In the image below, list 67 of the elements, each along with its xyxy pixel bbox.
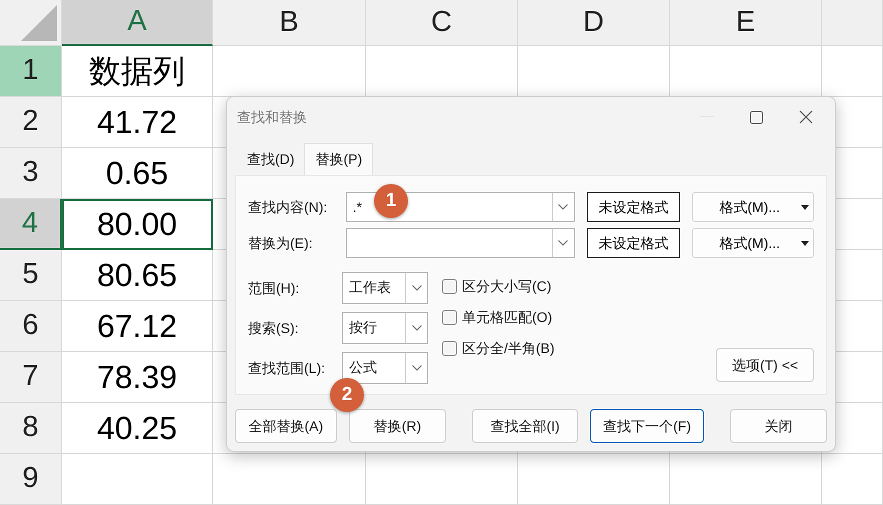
dialog-button[interactable]: 关闭 [730,409,827,443]
checkbox-label[interactable]: 区分全/半角(B) [462,338,555,359]
maximize-icon[interactable] [750,110,763,124]
spreadsheet-cell[interactable]: 40.25 [62,403,213,454]
dropdown-icon[interactable] [558,204,568,210]
dropdown-icon[interactable] [558,240,568,246]
field-label: 查找内容(N): [248,198,328,217]
caret-icon [801,204,809,210]
field-label: 替换为(E): [248,234,314,253]
format-button[interactable]: 格式(M)... [692,228,814,258]
dialog-button[interactable]: 查找下一个(F) [590,409,704,443]
tab[interactable]: 查找(D) [237,143,304,175]
row-header[interactable]: 6 [0,301,62,352]
combo-field[interactable] [346,228,575,258]
checkbox[interactable] [442,310,457,325]
checkbox-label[interactable]: 区分大小写(C) [462,276,552,297]
row-header[interactable]: 8 [0,403,62,454]
close-icon[interactable] [799,110,813,124]
combo-field[interactable]: 工作表 [342,272,428,304]
spreadsheet-cell[interactable]: 80.00 [62,199,213,250]
spreadsheet-cell[interactable] [62,454,213,505]
spreadsheet-cell[interactable]: 0.65 [62,148,213,199]
column-header[interactable]: B [213,0,366,46]
caret-icon [801,240,809,246]
dialog-button[interactable]: 替换(R) [348,409,446,443]
column-header[interactable]: E [670,0,822,46]
window-title: 查找和替换 [237,108,307,126]
spreadsheet-cell[interactable]: 80.65 [62,250,213,301]
column-header[interactable]: D [518,0,670,46]
spreadsheet-cell[interactable] [213,454,366,505]
dropdown-icon[interactable] [412,285,422,291]
row-header[interactable]: 5 [0,250,62,301]
field-label: 范围(H): [248,278,300,298]
spreadsheet-cell[interactable]: 78.39 [62,352,213,403]
field-label: 搜索(S): [248,318,300,338]
options-button[interactable]: 选项(T) << [716,348,814,382]
combo-field[interactable]: 按行 [342,312,428,344]
dialog-button[interactable]: 全部替换(A) [235,409,337,443]
dropdown-icon[interactable] [412,325,422,331]
row-header[interactable]: 9 [0,454,62,505]
format-status-button[interactable]: 未设定格式 [586,192,680,222]
spreadsheet-cell[interactable] [518,454,670,505]
checkbox[interactable] [442,279,457,294]
row-header[interactable]: 3 [0,148,62,199]
checkbox-label[interactable]: 单元格匹配(O) [462,307,552,328]
format-button[interactable]: 格式(M)... [692,192,814,222]
row-header[interactable]: 1 [0,46,62,97]
tab[interactable]: 替换(P) [304,143,374,175]
checkbox[interactable] [442,341,457,356]
dialog-button[interactable]: 查找全部(I) [472,409,578,443]
column-header[interactable]: C [366,0,518,46]
spreadsheet-cell[interactable]: 数据列 [62,46,213,97]
select-all-icon[interactable] [21,5,57,41]
spreadsheet-cell[interactable] [366,454,518,505]
row-header[interactable]: 2 [0,97,62,148]
row-header[interactable]: 4 [0,199,62,250]
column-header[interactable]: A [62,0,213,46]
spreadsheet-cell[interactable]: 67.12 [62,301,213,352]
format-status-button[interactable]: 未设定格式 [586,228,680,258]
spreadsheet-cell[interactable]: 41.72 [62,97,213,148]
spreadsheet-cell[interactable] [670,454,822,505]
dropdown-icon[interactable] [412,365,422,371]
row-header[interactable]: 7 [0,352,62,403]
spreadsheet-cell[interactable] [822,454,883,505]
field-label: 查找范围(L): [248,358,326,378]
column-header[interactable] [822,0,883,46]
combo-field[interactable]: 公式 [342,352,428,384]
